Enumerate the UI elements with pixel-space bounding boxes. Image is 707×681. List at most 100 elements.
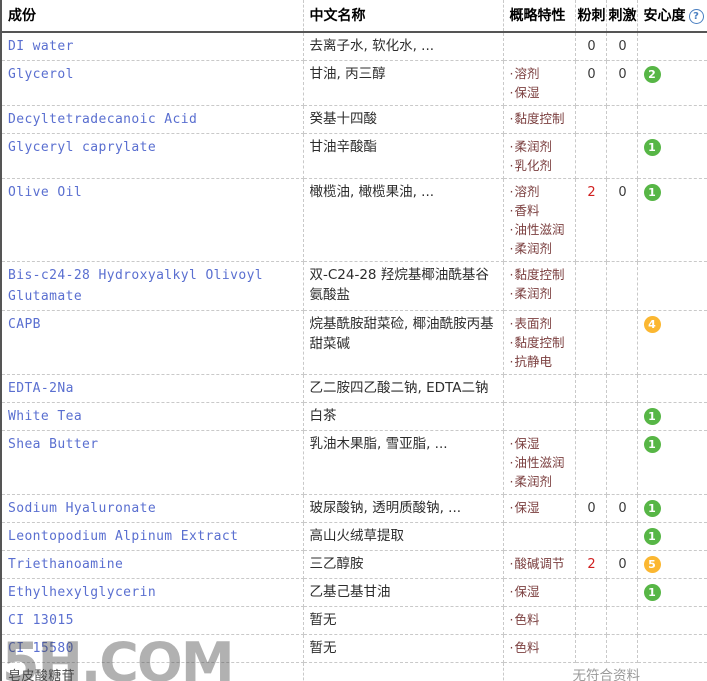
column-header-ingredient[interactable]: 成份 [0,0,304,33]
feature-item[interactable]: 保湿 [510,582,571,601]
chinese-name-text: 乙二胺四乙酸二钠, EDTA二钠 [309,380,489,396]
ingredient-link[interactable]: Bis-c24-28 Hydroxyalkyl Olivoyl Glutamat… [8,268,263,304]
column-header-acne[interactable]: 粉刺 [575,0,607,33]
table-row: White Tea 白茶 1 [0,402,707,431]
cell-features: 黏度控制 [503,105,576,134]
feature-item[interactable]: 溶剂 [510,64,571,83]
cell-ingredient[interactable]: Shea Butter [0,430,304,495]
feature-item[interactable]: 表面剂 [510,314,571,333]
cell-ingredient[interactable]: Decyltetradecanoic Acid [0,105,304,134]
feature-item[interactable]: 柔润剂 [510,239,571,258]
cell-ingredient[interactable]: Triethanoamine [0,550,304,579]
ingredient-link[interactable]: Leontopodium Alpinum Extract [8,529,238,544]
cell-features: 溶剂保湿 [503,60,576,106]
chinese-name-text: 去离子水, 软化水, ... [309,38,435,54]
cell-ingredient[interactable]: CI 15580 [0,634,304,663]
ingredient-link[interactable]: CI 13015 [8,613,74,628]
cell-safety [637,374,707,403]
ingredient-link[interactable]: CAPB [8,317,41,332]
safety-badge[interactable]: 1 [643,408,661,426]
cell-irritation [606,578,638,607]
cell-features: 色料 [503,606,576,635]
ingredient-link[interactable]: Sodium Hyaluronate [8,501,156,516]
feature-list: 色料 [510,638,571,657]
table-row: EDTA-2Na 乙二胺四乙酸二钠, EDTA二钠 [0,374,707,403]
safety-badge[interactable]: 1 [643,528,661,546]
feature-item[interactable]: 溶剂 [510,182,571,201]
safety-badge[interactable]: 1 [643,500,661,518]
ingredient-link[interactable]: Glycerol [8,67,74,82]
ingredient-link[interactable]: Glyceryl caprylate [8,140,156,155]
cell-irritation [606,105,638,134]
ingredient-link[interactable]: Olive Oil [8,185,82,200]
ingredient-link[interactable]: Triethanoamine [8,557,123,572]
cell-ingredient[interactable]: Ethylhexylglycerin [0,578,304,607]
feature-item[interactable]: 黏度控制 [510,333,571,352]
acne-value: 0 [587,67,596,82]
cell-ingredient[interactable]: White Tea [0,402,304,431]
feature-item[interactable]: 保湿 [510,434,571,453]
cell-features: 表面剂黏度控制抗静电 [503,310,576,375]
ingredient-link[interactable]: Ethylhexylglycerin [8,585,156,600]
ingredient-link[interactable]: DI water [8,39,74,54]
cell-ingredient[interactable]: CI 13015 [0,606,304,635]
feature-item[interactable]: 酸碱调节 [510,554,571,573]
table-row: CI 13015 暂无 色料 [0,606,707,635]
safety-badge[interactable]: 1 [643,584,661,602]
cell-irritation: 0 [606,60,638,106]
feature-list: 黏度控制 [510,109,571,128]
cell-ingredient[interactable]: Glyceryl caprylate [0,133,304,179]
feature-item[interactable]: 保湿 [510,498,571,517]
ingredient-link[interactable]: 皂皮酸糖苷 [8,669,75,681]
feature-item[interactable]: 色料 [510,610,571,629]
feature-item[interactable]: 色料 [510,638,571,657]
feature-item[interactable]: 柔润剂 [510,137,571,156]
cell-safety: 1 [637,178,707,262]
cell-ingredient[interactable]: DI water [0,32,304,61]
cell-acne [575,578,607,607]
cell-ingredient[interactable]: CAPB [0,310,304,375]
irritation-value: 0 [618,67,627,82]
feature-item[interactable]: 柔润剂 [510,472,571,491]
column-header-safety[interactable]: 安心度? [637,0,707,33]
ingredient-link[interactable]: Decyltetradecanoic Acid [8,112,197,127]
safety-badge[interactable]: 5 [643,556,661,574]
feature-list: 色料 [510,610,571,629]
feature-item[interactable]: 黏度控制 [510,265,571,284]
help-icon[interactable]: ? [688,8,704,24]
feature-item[interactable]: 柔润剂 [510,284,571,303]
column-header-features[interactable]: 概略特性 [503,0,576,33]
feature-item[interactable]: 保湿 [510,83,571,102]
acne-value: 2 [587,185,596,200]
safety-badge[interactable]: 4 [643,316,661,334]
column-header-chinese-name[interactable]: 中文名称 [303,0,504,33]
cell-irritation [606,310,638,375]
safety-badge[interactable]: 1 [643,184,661,202]
irritation-value: 0 [618,185,627,200]
feature-item[interactable]: 油性滋润 [510,220,571,239]
feature-item[interactable]: 香料 [510,201,571,220]
ingredient-link[interactable]: White Tea [8,409,82,424]
safety-badge[interactable]: 1 [643,436,661,454]
ingredient-link[interactable]: Shea Butter [8,437,99,452]
feature-item[interactable]: 油性滋润 [510,453,571,472]
ingredient-link[interactable]: EDTA-2Na [8,381,74,396]
cell-ingredient[interactable]: 皂皮酸糖苷 [0,662,304,681]
cell-irritation: 0 [606,550,638,579]
feature-item[interactable]: 乳化剂 [510,156,571,175]
cell-ingredient[interactable]: Leontopodium Alpinum Extract [0,522,304,551]
feature-item[interactable]: 黏度控制 [510,109,571,128]
column-header-irritation[interactable]: 刺激 [606,0,638,33]
cell-ingredient[interactable]: Bis-c24-28 Hydroxyalkyl Olivoyl Glutamat… [0,261,304,311]
cell-ingredient[interactable]: Sodium Hyaluronate [0,494,304,523]
safety-badge[interactable]: 2 [643,66,661,84]
acne-value: 2 [587,557,596,572]
cell-chinese-name: 高山火绒草提取 [303,522,504,551]
cell-ingredient[interactable]: EDTA-2Na [0,374,304,403]
ingredient-link[interactable]: CI 15580 [8,641,74,656]
safety-badge[interactable]: 1 [643,139,661,157]
feature-item[interactable]: 抗静电 [510,352,571,371]
cell-ingredient[interactable]: Glycerol [0,60,304,106]
cell-ingredient[interactable]: Olive Oil [0,178,304,262]
cell-acne [575,310,607,375]
